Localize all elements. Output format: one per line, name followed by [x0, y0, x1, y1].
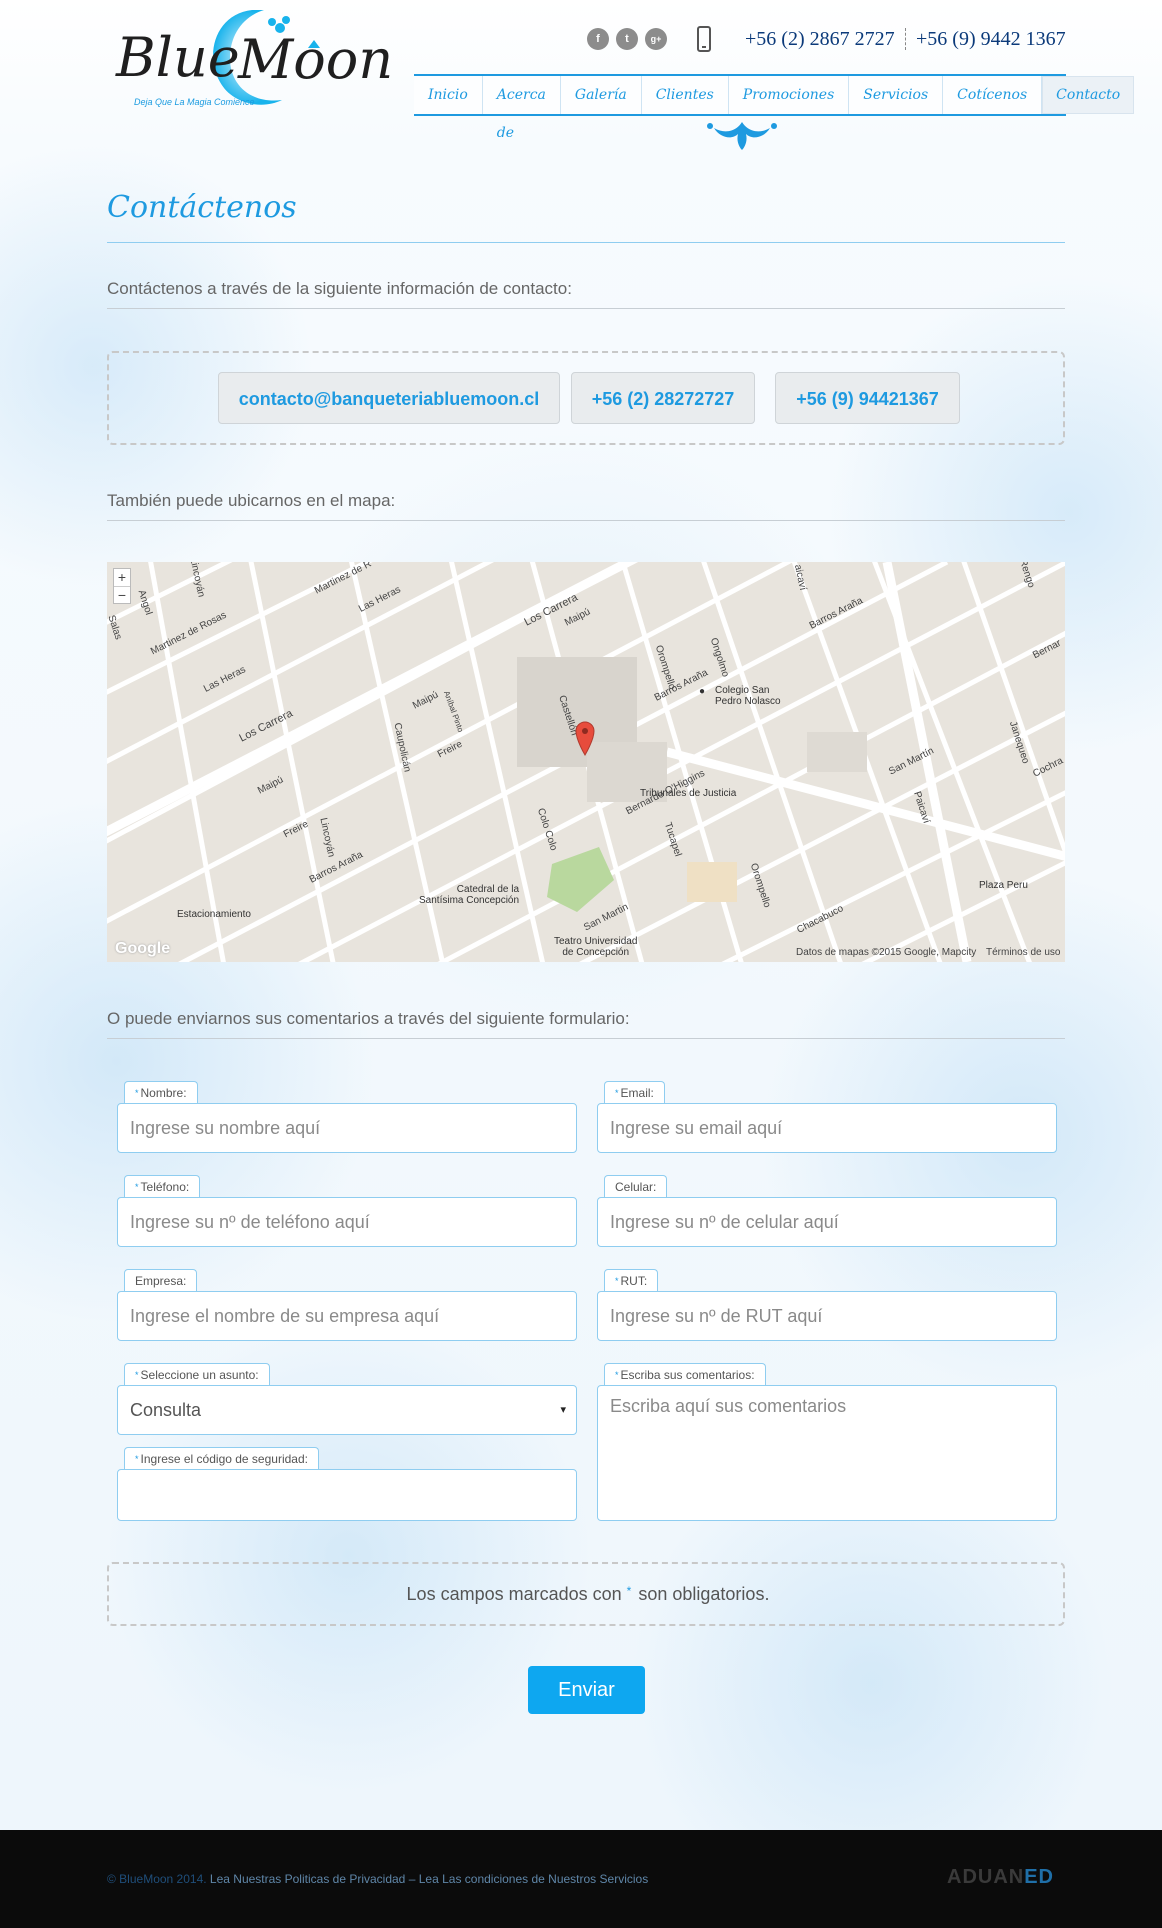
title-divider [107, 242, 1065, 243]
form-intro: O puede enviarnos sus comentarios a trav… [107, 1009, 630, 1028]
nav-item-servicios[interactable]: Servicios [849, 76, 944, 114]
phone-mobile-button[interactable]: +56 (9) 94421367 [775, 372, 960, 424]
submit-button[interactable]: Enviar [528, 1666, 645, 1714]
map-place-tribunales: Tribunales de Justicia [640, 788, 737, 799]
map-place-catedral: Catedral de la Santísima Concepción [419, 884, 520, 906]
map[interactable]: Los Carrera Los Carrera Martinez de Rosa… [107, 562, 1065, 962]
map-place-estacionamiento: Estacionamiento [177, 909, 251, 920]
nav-item-clientes[interactable]: Clientes [642, 76, 729, 114]
email-input[interactable] [597, 1103, 1057, 1153]
logo[interactable]: Blue Moon Deja Que La Magia Comience [112, 6, 393, 116]
email-label: * Email: [604, 1081, 665, 1103]
privacy-link[interactable]: Lea Nuestras Politicas de Privacidad [210, 1872, 405, 1886]
chevron-down-icon: ▾ [560, 1404, 566, 1416]
comentarios-textarea[interactable] [597, 1385, 1057, 1521]
map-place-plaza-peru: Plaza Peru [979, 880, 1028, 891]
contact-intro: Contáctenos a través de la siguiente inf… [107, 279, 572, 298]
nav-item-galeria[interactable]: Galería [561, 76, 642, 114]
asunto-select[interactable]: Consulta ▾ [117, 1385, 577, 1435]
nav-item-contacto[interactable]: Contacto [1042, 76, 1135, 114]
main-nav: Inicio Acerca de Galería Clientes Promoc… [414, 74, 1135, 141]
email-button[interactable]: contacto@banqueteriabluemoon.cl [218, 372, 560, 424]
facebook-icon[interactable]: f [587, 28, 609, 50]
map-place-colegio: Colegio San Pedro Nolasco [715, 685, 781, 707]
map-attribution: Datos de mapas ©2015 Google, Mapcity [796, 947, 977, 958]
map-zoom-control: + − [113, 568, 131, 604]
required-note-box: Los campos marcados con * son obligatori… [107, 1562, 1065, 1626]
twitter-icon[interactable]: t [616, 28, 638, 50]
google-logo[interactable]: Google [115, 940, 170, 958]
celular-label: Celular: [604, 1175, 668, 1197]
codigo-label: * Ingrese el código de seguridad: [124, 1447, 319, 1469]
mobile-phone-icon [697, 26, 711, 52]
rut-input[interactable] [597, 1291, 1057, 1341]
empresa-label: Empresa: [124, 1269, 198, 1291]
advanced-logo[interactable]: ADUANED [947, 1866, 1054, 1889]
logo-word-blue: Blue [116, 26, 240, 89]
map-place-icon: ● [699, 686, 706, 697]
nombre-label: * Nombre: [124, 1081, 198, 1103]
nav-item-coticenos[interactable]: Cotícenos [943, 76, 1043, 114]
map-zoom-in-button[interactable]: + [114, 569, 130, 586]
footer-copyright: © BlueMoon 2014. [107, 1872, 207, 1886]
phone-landline-button[interactable]: +56 (2) 28272727 [571, 372, 755, 424]
intro-divider [107, 308, 1065, 309]
map-terms-link[interactable]: Términos de uso [986, 947, 1060, 958]
telefono-input[interactable] [117, 1197, 577, 1247]
ornament-icon [707, 122, 777, 150]
header-phone-2: +56 (9) 9442 1367 [916, 28, 1066, 50]
required-note: Los campos marcados con * son obligatori… [406, 1584, 770, 1604]
comentarios-label: * Escriba sus comentarios: [604, 1363, 766, 1385]
rut-label: * RUT: [604, 1269, 659, 1291]
nav-item-promociones[interactable]: Promociones [729, 76, 850, 114]
page-title: Contáctenos [107, 190, 297, 225]
codigo-input[interactable] [117, 1469, 577, 1521]
footer-text: © BlueMoon 2014. Lea Nuestras Politicas … [107, 1872, 648, 1886]
google-plus-icon[interactable]: g+ [645, 28, 667, 50]
map-intro: También puede ubicarnos en el mapa: [107, 491, 396, 510]
footer-separator: – [408, 1872, 416, 1886]
map-zoom-out-button[interactable]: − [114, 586, 130, 604]
terms-link[interactable]: Lea Las condiciones de Nuestros Servicio… [419, 1872, 648, 1886]
telefono-label: * Teléfono: [124, 1175, 201, 1197]
logo-word-moon: Moon [238, 28, 394, 91]
logo-tagline: Deja Que La Magia Comience [134, 97, 255, 107]
form-intro-divider [107, 1038, 1065, 1039]
map-place-teatro: Teatro Universidad de Concepción [554, 936, 638, 958]
nav-item-acerca-de[interactable]: Acerca de [483, 76, 561, 141]
map-marker-icon[interactable] [574, 720, 596, 756]
nav-item-inicio[interactable]: Inicio [414, 76, 483, 114]
map-intro-divider [107, 520, 1065, 521]
celular-input[interactable] [597, 1197, 1057, 1247]
asunto-label: * Seleccione un asunto: [124, 1363, 270, 1385]
empresa-input[interactable] [117, 1291, 577, 1341]
nombre-input[interactable] [117, 1103, 577, 1153]
asunto-selected-value: Consulta [130, 1400, 202, 1420]
header-phone-divider [905, 28, 906, 50]
header-phone-1: +56 (2) 2867 2727 [745, 28, 895, 50]
